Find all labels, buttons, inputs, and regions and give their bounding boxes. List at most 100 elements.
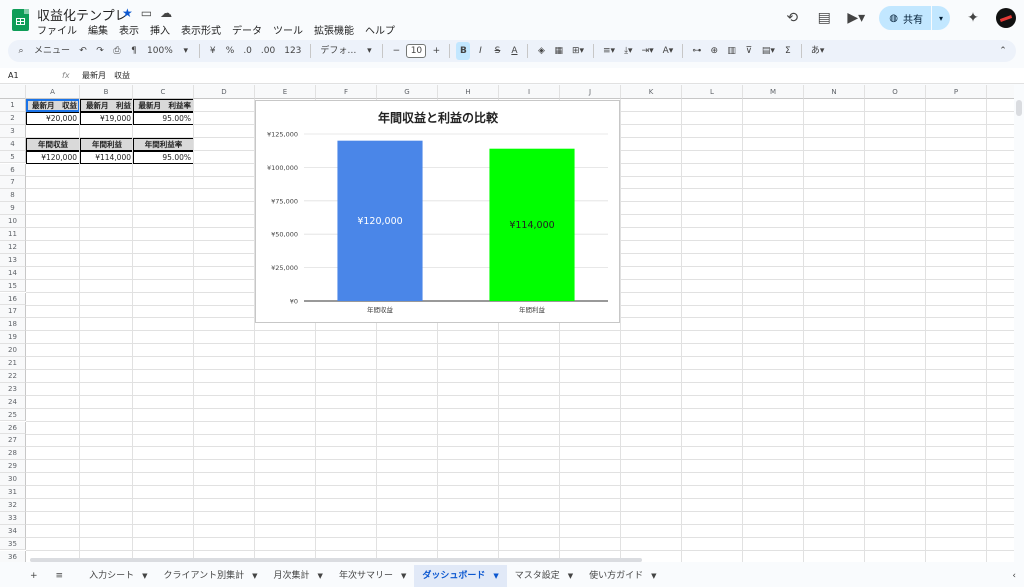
fill-color-icon[interactable]: ◈ [534, 42, 548, 60]
insert-comment-icon[interactable]: ⊕ [707, 42, 721, 60]
column-header[interactable]: F [316, 85, 377, 99]
text-wrap-icon[interactable]: ⇥▾ [639, 42, 657, 60]
column-header[interactable]: H [438, 85, 499, 99]
formula-input[interactable]: 最新月 収益 [82, 70, 130, 81]
row-header[interactable]: 26 [0, 421, 26, 435]
row-header[interactable]: 20 [0, 344, 26, 357]
column-header[interactable]: Q [987, 85, 1014, 99]
row-header[interactable]: 10 [0, 215, 26, 228]
bold-button[interactable]: B [456, 42, 471, 60]
font-size-decrease-icon[interactable]: − [389, 42, 403, 60]
avatar[interactable] [996, 8, 1016, 28]
zoom-dropdown-icon[interactable]: ▾ [179, 42, 193, 60]
row-header[interactable]: 6 [0, 163, 26, 177]
cell-c5[interactable]: 95.00% [133, 151, 194, 164]
row-header[interactable]: 3 [0, 124, 26, 138]
tab-annual-summary[interactable]: 年次サマリー ▼ [331, 565, 414, 587]
row-header[interactable]: 29 [0, 460, 26, 474]
tab-master-settings[interactable]: マスタ設定 ▼ [507, 565, 581, 587]
side-panel-toggle-icon[interactable]: ‹ [1004, 565, 1024, 587]
increase-decimal-button[interactable]: .00 [258, 42, 278, 60]
search-menu-label[interactable]: メニュー [31, 42, 73, 60]
undo-icon[interactable]: ↶ [76, 42, 90, 60]
text-rotation-icon[interactable]: A▾ [660, 42, 677, 60]
collapse-toolbar-icon[interactable]: ⌃ [996, 42, 1010, 60]
row-header[interactable]: 23 [0, 382, 26, 396]
row-header[interactable]: 25 [0, 408, 26, 422]
share-button[interactable]: ◍ 共有 ▾ [879, 6, 950, 30]
row-header[interactable]: 27 [0, 434, 26, 448]
row-header[interactable]: 36 [0, 550, 26, 562]
insert-chart-icon[interactable]: ▥ [724, 42, 739, 60]
font-select[interactable]: デフォ… [317, 42, 359, 60]
row-header[interactable]: 4 [0, 137, 26, 151]
row-header[interactable]: 35 [0, 537, 26, 551]
tab-dropdown-icon[interactable]: ▼ [568, 565, 573, 587]
cell-a5[interactable]: ¥120,000 [26, 151, 80, 164]
row-header[interactable]: 17 [0, 305, 26, 319]
text-color-button[interactable]: A [507, 42, 521, 60]
history-icon[interactable]: ⟲ [783, 9, 801, 27]
cell-b1[interactable]: 最新月 利益 [80, 99, 134, 112]
row-header[interactable]: 21 [0, 357, 26, 370]
tab-dropdown-icon[interactable]: ▼ [493, 565, 498, 587]
row-header[interactable]: 14 [0, 266, 26, 280]
column-header[interactable]: A [26, 85, 80, 99]
row-header[interactable]: 30 [0, 473, 26, 486]
share-dropdown-icon[interactable]: ▾ [932, 14, 950, 23]
menu-extensions[interactable]: 拡張機能 [314, 22, 354, 37]
zoom-select[interactable]: 100% [144, 42, 176, 60]
row-header[interactable]: 12 [0, 240, 26, 254]
cell-c1[interactable]: 最新月 利益率 [133, 99, 194, 112]
column-header[interactable]: O [865, 85, 926, 99]
menu-view[interactable]: 表示 [119, 22, 139, 37]
cell-a2[interactable]: ¥20,000 [26, 112, 80, 125]
search-menu-icon[interactable]: ⌕ [14, 42, 28, 60]
horizontal-scrollbar[interactable] [30, 558, 642, 562]
column-header[interactable]: J [560, 85, 621, 99]
tab-dashboard[interactable]: ダッシュボード ▼ [414, 565, 507, 587]
column-header[interactable]: C [133, 85, 194, 99]
filter-icon[interactable]: ⊽ [742, 42, 756, 60]
font-dropdown-icon[interactable]: ▾ [362, 42, 376, 60]
row-header[interactable]: 16 [0, 292, 26, 306]
tab-dropdown-icon[interactable]: ▼ [318, 565, 323, 587]
strikethrough-button[interactable]: S [490, 42, 504, 60]
column-header[interactable]: L [682, 85, 743, 99]
gemini-icon[interactable]: ✦ [964, 9, 982, 27]
row-header[interactable]: 22 [0, 369, 26, 383]
row-header[interactable]: 28 [0, 447, 26, 461]
row-header[interactable]: 2 [0, 111, 26, 125]
print-icon[interactable]: ⎙ [110, 42, 124, 60]
tab-dropdown-icon[interactable]: ▼ [401, 565, 406, 587]
row-header[interactable]: 31 [0, 486, 26, 499]
vertical-scrollbar[interactable] [1016, 100, 1022, 116]
menu-format[interactable]: 表示形式 [181, 22, 221, 37]
row-header[interactable]: 24 [0, 395, 26, 409]
column-header[interactable]: I [499, 85, 560, 99]
column-header[interactable]: P [926, 85, 987, 99]
column-header[interactable]: D [194, 85, 255, 99]
name-box[interactable]: A1 [0, 71, 62, 80]
move-folder-icon[interactable]: ▭ [141, 6, 152, 20]
horizontal-align-icon[interactable]: ≡▾ [600, 42, 618, 60]
menu-tools[interactable]: ツール [273, 22, 303, 37]
cell-a4[interactable]: 年間収益 [26, 138, 80, 151]
row-header[interactable]: 9 [0, 202, 26, 216]
row-header[interactable]: 18 [0, 318, 26, 332]
currency-format-button[interactable]: ¥ [206, 42, 220, 60]
menu-file[interactable]: ファイル [37, 22, 77, 37]
add-sheet-icon[interactable]: + [0, 565, 48, 587]
row-header[interactable]: 1 [0, 99, 26, 112]
row-header[interactable]: 34 [0, 524, 26, 538]
sheets-logo-icon[interactable] [12, 9, 29, 31]
tab-dropdown-icon[interactable]: ▼ [651, 565, 656, 587]
menu-help[interactable]: ヘルプ [365, 22, 395, 37]
number-format-button[interactable]: 123 [281, 42, 304, 60]
tab-input-sheet[interactable]: 入力シート ▼ [71, 565, 155, 587]
menu-insert[interactable]: 挿入 [150, 22, 170, 37]
cloud-status-icon[interactable]: ☁ [160, 6, 172, 20]
cell-c2[interactable]: 95.00% [133, 112, 194, 125]
filter-views-icon[interactable]: ▤▾ [759, 42, 778, 60]
row-header[interactable]: 8 [0, 189, 26, 203]
